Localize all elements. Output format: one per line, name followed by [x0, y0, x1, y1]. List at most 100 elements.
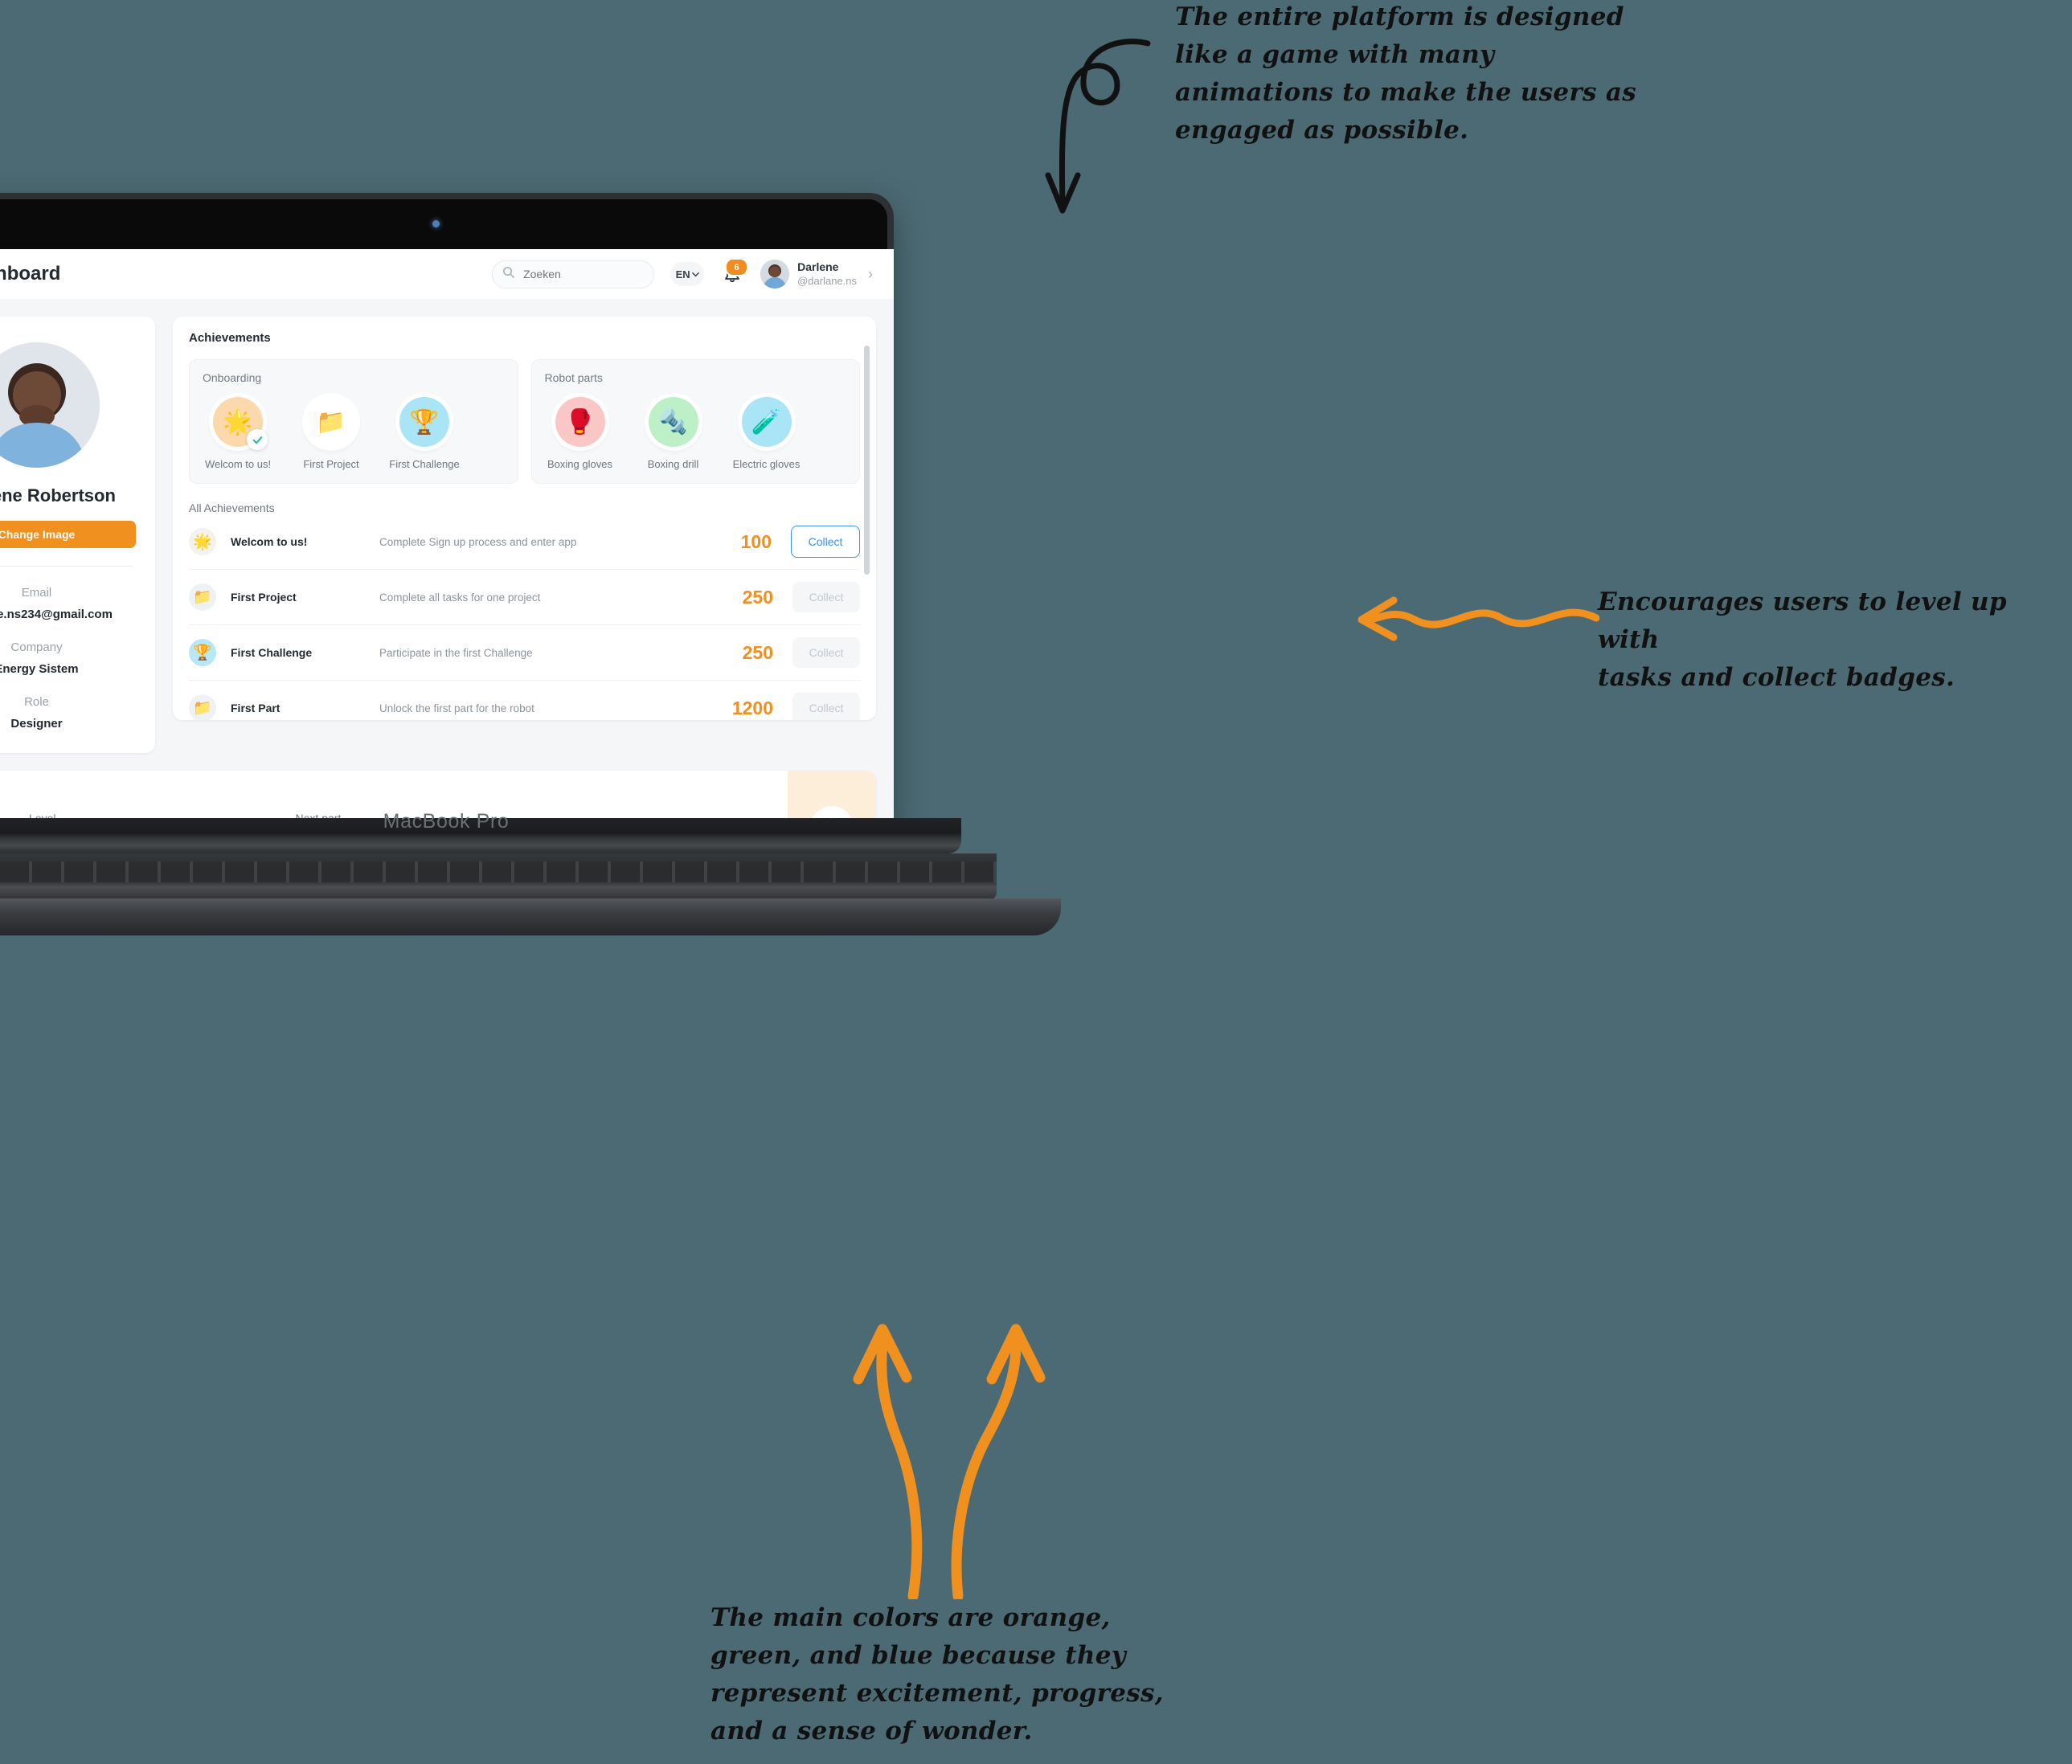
badge-label: Electric gloves: [732, 458, 801, 470]
achievements-title: Achievements: [189, 331, 271, 345]
badge-glyph: 📁: [316, 408, 346, 436]
table-row: 📁 First Project Complete all tasks for o…: [189, 570, 860, 625]
table-row: 📁 First Part Unlock the first part for t…: [189, 681, 860, 720]
group-title: Onboarding: [203, 371, 262, 384]
achievement-desc: Unlock the first part for the robot: [379, 702, 534, 714]
badge-label: Boxing drill: [647, 458, 699, 470]
laptop-lid: MyRewardly Dashboard: [0, 193, 894, 834]
page-title: Dashboard: [0, 263, 61, 284]
arrow-right-icon: [1357, 596, 1599, 641]
collect-button[interactable]: Collect: [792, 693, 860, 720]
row-glyph: 📁: [193, 589, 212, 606]
collect-button[interactable]: Collect: [792, 637, 860, 668]
field-value: darlane.ns234@gmail.com: [0, 608, 113, 621]
drill-icon: 🔩: [648, 397, 698, 447]
user-menu[interactable]: Darlene @darlane.ns ›: [760, 260, 873, 289]
group-onboarding: Onboarding 🌟 Welcom to us! 📁 First Proje…: [189, 359, 518, 484]
macbook-mockup: MyRewardly Dashboard: [0, 193, 1165, 935]
badge-first-challenge[interactable]: 🏆 First Challenge: [389, 397, 460, 470]
all-achievements-title: All Achievements: [189, 501, 275, 514]
achievement-points: 1200: [731, 697, 773, 718]
chevron-down-icon: [691, 268, 699, 280]
collect-button[interactable]: Collect: [792, 582, 860, 612]
top-row: Darlene Robertson Change Image Email dar…: [0, 317, 876, 753]
annotation-bottom: The main colors are orange, green, and b…: [710, 1603, 1164, 1746]
folder-plus-icon: 📁: [306, 397, 356, 447]
achievements-card: Achievements Onboarding 🌟 Welcom to us! …: [173, 317, 876, 720]
achievement-points: 250: [742, 641, 773, 663]
check-icon: [247, 429, 268, 450]
badge-welcome[interactable]: 🌟 Welcom to us!: [203, 397, 273, 470]
chevron-right-icon: ›: [868, 265, 873, 282]
divider: [0, 566, 133, 567]
robots-title: Robots: [0, 784, 770, 797]
topbar-actions: EN: [492, 258, 894, 289]
search-icon: [502, 266, 514, 282]
profile-card: Darlene Robertson Change Image Email dar…: [0, 317, 155, 753]
achievement-name: Welcom to us!: [231, 535, 308, 548]
profile-field-email: Email darlane.ns234@gmail.com: [0, 586, 136, 621]
achievement-desc: Participate in the first Challenge: [379, 646, 533, 659]
arrow-bottom-right-icon: [951, 1324, 1046, 1599]
badge-first-project[interactable]: 📁 First Project: [296, 397, 366, 470]
boxing-glove-icon: 🥊: [555, 397, 605, 447]
main-content: Darlene Robertson Change Image Email dar…: [0, 299, 894, 834]
badge-label: Welcom to us!: [204, 458, 272, 470]
achievement-icon: 🏆: [189, 639, 216, 666]
arrow-bottom-left-icon: [853, 1324, 923, 1599]
language-selector[interactable]: EN: [670, 262, 705, 286]
app-topbar: MyRewardly Dashboard: [0, 249, 894, 300]
collect-button[interactable]: Collect: [791, 526, 860, 558]
group-badges: 🌟 Welcom to us! 📁 First Project 🏆 First …: [203, 397, 505, 470]
field-value: Energy Sistem: [0, 662, 79, 676]
achievement-name: First Part: [231, 702, 280, 714]
field-label: Email: [21, 586, 52, 600]
macbook-label: MacBook Pro: [383, 810, 510, 833]
laptop-bezel: [0, 199, 887, 249]
badge-electric-gloves[interactable]: 🧪 Electric gloves: [731, 397, 802, 470]
laptop-lid-inner: MyRewardly Dashboard: [0, 199, 894, 834]
row-glyph: 🏆: [193, 645, 212, 661]
badge-boxing-gloves[interactable]: 🥊 Boxing gloves: [545, 397, 616, 470]
electric-glove-icon: 🧪: [741, 397, 792, 447]
field-value: Designer: [10, 717, 63, 731]
search-box[interactable]: [492, 260, 655, 289]
badge-boxing-drill[interactable]: 🔩 Boxing drill: [638, 397, 709, 470]
badge-glyph: 🥊: [564, 408, 596, 436]
row-glyph: 🌟: [193, 534, 212, 550]
badge-glyph: 🧪: [751, 408, 782, 436]
achievement-name: First Challenge: [231, 646, 313, 659]
badge-glyph: 🌟: [223, 408, 253, 436]
achievement-desc: Complete Sign up process and enter app: [379, 535, 577, 548]
group-robot-parts: Robot parts 🥊 Boxing gloves 🔩 Boxing dri…: [530, 359, 860, 484]
achievement-icon: 📁: [189, 694, 216, 720]
scrollbar[interactable]: [864, 346, 870, 575]
laptop-keyboard: [0, 853, 997, 900]
annotation-top: The entire platform is designed like a g…: [1175, 2, 1637, 145]
bell-icon: [720, 266, 744, 289]
avatar: [760, 260, 790, 289]
achievement-icon: 🌟: [189, 528, 216, 555]
achievement-groups: Onboarding 🌟 Welcom to us! 📁 First Proje…: [189, 359, 860, 484]
notification-badge: 6: [725, 258, 749, 276]
badge-label: First Project: [303, 458, 359, 470]
search-input[interactable]: [522, 267, 645, 281]
group-badges: 🥊 Boxing gloves 🔩 Boxing drill 🧪 Electri…: [545, 397, 847, 470]
badge-glyph: 🏆: [409, 408, 440, 436]
achievement-name: First Project: [231, 591, 297, 604]
change-image-button[interactable]: Change Image: [0, 521, 136, 548]
table-row: 🏆 First Challenge Participate in the fir…: [189, 625, 860, 681]
laptop-foot: [0, 898, 1061, 935]
app-screen: MyRewardly Dashboard: [0, 249, 894, 834]
group-title: Robot parts: [544, 371, 603, 384]
webcam-icon: [432, 220, 440, 227]
notifications-button[interactable]: 6: [720, 258, 749, 289]
profile-field-role: Role Designer: [0, 695, 136, 731]
achievement-icon: 📁: [189, 583, 216, 611]
profile-avatar: [0, 342, 100, 468]
field-label: Role: [24, 695, 49, 709]
row-glyph: 📁: [193, 700, 212, 717]
field-label: Company: [10, 641, 63, 654]
trophy-icon: 🏆: [399, 397, 449, 447]
badge-label: Boxing gloves: [547, 458, 612, 470]
